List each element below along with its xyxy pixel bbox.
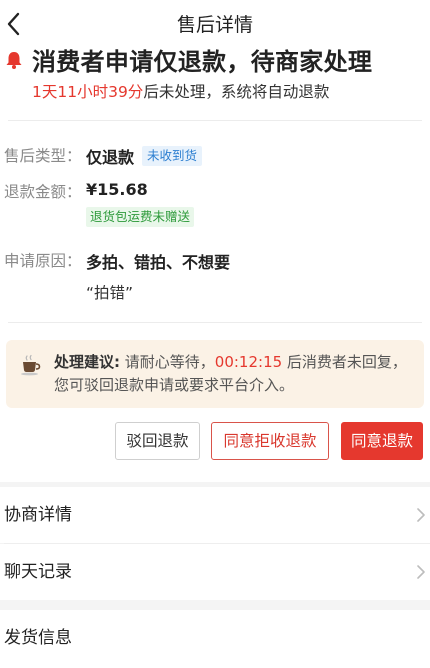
advice-text: 处理建议: 请耐心等待，00:12:15 后消费者未回复，您可驳回退款申请或要求…: [54, 351, 416, 397]
divider: [8, 120, 422, 121]
status-header: 消费者申请仅退款，待商家处理 1天11小时39分后未处理，系统将自动退款: [0, 48, 430, 122]
status-subtitle: 1天11小时39分后未处理，系统将自动退款: [32, 80, 329, 102]
refund-info-section: 售后类型： 仅退款 未收到货 退款金额： ¥15.68 退货包运费未赠送 申请原…: [0, 122, 430, 322]
chat-history-label: 聊天记录: [4, 562, 72, 582]
amount-value: ¥15.68: [86, 180, 148, 199]
type-tag: 未收到货: [142, 146, 203, 166]
reject-refund-button[interactable]: 驳回退款: [115, 422, 200, 460]
shipping-insurance-tag: 退货包运费未赠送: [86, 207, 195, 227]
amount-label: 退款金额：: [4, 183, 82, 201]
chat-history-row[interactable]: 聊天记录: [0, 544, 430, 600]
reason-value: 多拍、错拍、不想要: [86, 253, 231, 272]
type-value: 仅退款: [86, 148, 135, 167]
auto-refund-note: 后未处理，系统将自动退款: [143, 83, 330, 101]
divider: [8, 322, 422, 323]
chevron-right-icon: [417, 565, 425, 579]
advice-label: 处理建议:: [54, 353, 120, 371]
status-title: 消费者申请仅退款，待商家处理: [32, 48, 373, 76]
shipping-info-label: 发货信息: [4, 628, 72, 648]
shipping-info-row[interactable]: 发货信息: [0, 610, 430, 668]
advice-text-part: 请耐心等待，: [120, 353, 215, 371]
type-label: 售后类型：: [4, 147, 82, 165]
coffee-cup-icon: [21, 354, 41, 376]
advice-section: 处理建议: 请耐心等待，00:12:15 后消费者未回复，您可驳回退款申请或要求…: [0, 322, 430, 482]
advice-countdown: 00:12:15: [214, 353, 283, 371]
auto-refund-countdown: 1天11小时39分: [32, 83, 144, 101]
reason-label: 申请原因：: [4, 252, 82, 270]
agree-refuse-receipt-button[interactable]: 同意拒收退款: [211, 422, 329, 460]
negotiation-details-label: 协商详情: [4, 505, 72, 525]
agree-refund-button[interactable]: 同意退款: [341, 422, 423, 460]
negotiation-details-row[interactable]: 协商详情: [0, 487, 430, 543]
bell-icon: [6, 52, 22, 69]
advice-box: 处理建议: 请耐心等待，00:12:15 后消费者未回复，您可驳回退款申请或要求…: [6, 340, 424, 408]
reason-note: “拍错”: [86, 284, 134, 302]
chevron-right-icon: [417, 508, 425, 522]
